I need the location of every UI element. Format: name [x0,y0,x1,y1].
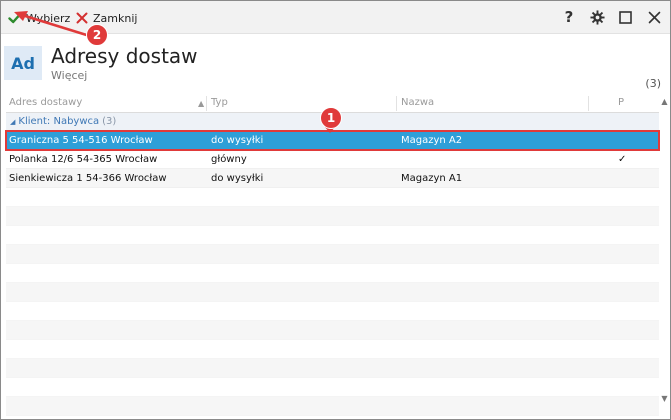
scroll-down-arrow-icon[interactable]: ▼ [660,393,669,403]
settings-button[interactable] [589,9,605,25]
annotation-badge-1: 1 [320,107,342,129]
group-label-text: Klient: Nabywca [18,116,100,127]
column-header-address[interactable]: Adres dostawy [9,97,82,111]
empty-row [6,226,659,245]
annotation-badge-2: 2 [86,24,108,46]
empty-row [6,397,659,416]
group-label[interactable]: ◢ Klient: Nabywca (3) [10,116,116,127]
help-icon: ? [564,8,574,26]
cell-address: Polanka 12/6 54-365 Wrocław [9,154,158,165]
maximize-icon [618,10,632,24]
group-count: (3) [102,116,117,127]
avatar: Ad [4,46,42,80]
empty-row [6,321,659,340]
empty-row [6,378,659,397]
cell-address: Graniczna 5 54-516 Wrocław [9,135,153,146]
cell-type: do wysyłki [211,135,264,146]
empty-row [6,188,659,207]
empty-row [6,264,659,283]
close-button-label: Zamknij [93,11,138,25]
column-separator[interactable] [396,96,397,111]
expand-triangle-icon[interactable]: ◢ [10,118,15,126]
table-row[interactable]: Graniczna 5 54-516 Wrocław do wysyłki Ma… [5,130,660,151]
column-separator[interactable] [588,96,589,111]
empty-row [6,302,659,321]
more-link[interactable]: Więcej [51,69,87,82]
cell-name: Magazyn A1 [401,173,463,184]
gear-icon [589,9,605,25]
maximize-button[interactable] [617,9,633,25]
close-button[interactable]: Zamknij [75,10,137,26]
sort-ascending-icon[interactable]: ▲ [198,99,204,108]
scroll-up-arrow-icon[interactable]: ▲ [660,96,669,106]
column-separator[interactable] [206,96,207,111]
window-close-icon [648,11,660,23]
help-button[interactable]: ? [561,8,577,26]
table-row[interactable]: Sienkiewicza 1 54-366 Wrocław do wysyłki… [6,169,659,188]
cell-p-checkmark: ✓ [618,154,627,165]
cell-type: główny [211,154,247,165]
delivery-addresses-window: Wybierz Zamknij ? Ad Adresy dostaw Więce… [0,0,671,420]
cell-address: Sienkiewicza 1 54-366 Wrocław [9,173,167,184]
column-header-name[interactable]: Nazwa [401,97,434,111]
empty-row [6,283,659,302]
cell-name: Magazyn A2 [401,135,463,146]
close-x-icon [76,12,88,24]
checkmark-icon [8,12,22,24]
empty-row [6,359,659,378]
window-close-button[interactable] [646,9,662,25]
empty-row [6,340,659,359]
empty-row [6,207,659,226]
page-title: Adresy dostaw [51,44,198,68]
select-button[interactable]: Wybierz [8,10,70,26]
column-header-p[interactable]: P [618,97,624,111]
select-button-label: Wybierz [26,11,71,25]
record-count: (3) [645,77,661,90]
cell-type: do wysyłki [211,173,264,184]
column-header-type[interactable]: Typ [211,97,228,111]
table-row[interactable]: Polanka 12/6 54-365 Wrocław główny ✓ [6,150,659,169]
empty-row [6,245,659,264]
addresses-grid: Adres dostawy ▲ Typ Nazwa P ◢ Klient: Na… [5,94,660,416]
